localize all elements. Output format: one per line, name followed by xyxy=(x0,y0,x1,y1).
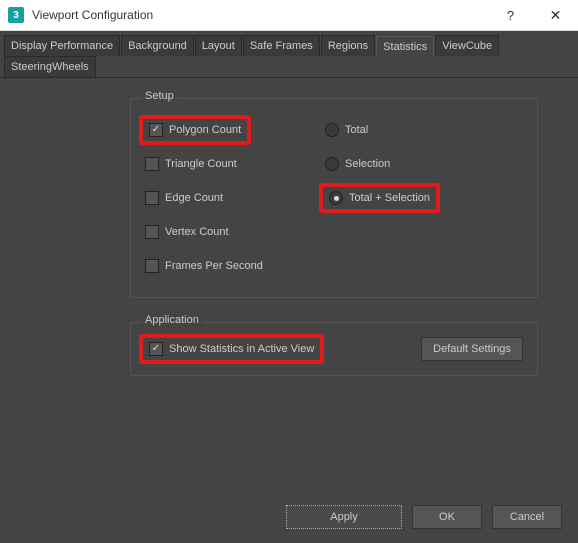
show-stats-label: Show Statistics in Active View xyxy=(169,343,314,355)
total-radio[interactable] xyxy=(325,123,339,137)
cancel-button[interactable]: Cancel xyxy=(492,505,562,529)
tab-statistics[interactable]: Statistics xyxy=(376,36,434,57)
tab-steeringwheels[interactable]: SteeringWheels xyxy=(4,56,96,77)
tab-bar: Display Performance Background Layout Sa… xyxy=(0,31,578,78)
application-group: Application Show Statistics in Active Vi… xyxy=(130,322,538,376)
total-selection-highlight: Total + Selection xyxy=(319,183,440,213)
total-label: Total xyxy=(345,124,368,136)
application-group-title: Application xyxy=(141,314,203,326)
triangle-count-label: Triangle Count xyxy=(165,158,237,170)
viewport-config-window: 3 Viewport Configuration ? ✕ Display Per… xyxy=(0,0,578,543)
dialog-footer: Apply OK Cancel xyxy=(0,495,578,543)
tab-content: Setup Polygon Count Total Triangle Count xyxy=(0,78,578,495)
triangle-count-checkbox[interactable] xyxy=(145,157,159,171)
help-button[interactable]: ? xyxy=(488,0,533,30)
ok-button[interactable]: OK xyxy=(412,505,482,529)
titlebar: 3 Viewport Configuration ? ✕ xyxy=(0,0,578,31)
polygon-count-checkbox[interactable] xyxy=(149,123,163,137)
fps-checkbox[interactable] xyxy=(145,259,159,273)
edge-count-label: Edge Count xyxy=(165,192,223,204)
default-settings-button[interactable]: Default Settings xyxy=(421,337,523,361)
apply-button[interactable]: Apply xyxy=(286,505,402,529)
selection-label: Selection xyxy=(345,158,390,170)
tab-viewcube[interactable]: ViewCube xyxy=(435,35,499,56)
tab-display-performance[interactable]: Display Performance xyxy=(4,35,120,56)
total-selection-radio[interactable] xyxy=(329,191,343,205)
tab-safe-frames[interactable]: Safe Frames xyxy=(243,35,320,56)
setup-group: Setup Polygon Count Total Triangle Count xyxy=(130,98,538,298)
vertex-count-label: Vertex Count xyxy=(165,226,229,238)
vertex-count-checkbox[interactable] xyxy=(145,225,159,239)
tab-regions[interactable]: Regions xyxy=(321,35,375,56)
total-selection-label: Total + Selection xyxy=(349,192,430,204)
setup-group-title: Setup xyxy=(141,90,178,102)
app-icon: 3 xyxy=(8,7,24,23)
tab-background[interactable]: Background xyxy=(121,35,194,56)
fps-label: Frames Per Second xyxy=(165,260,263,272)
selection-radio[interactable] xyxy=(325,157,339,171)
edge-count-checkbox[interactable] xyxy=(145,191,159,205)
show-stats-highlight: Show Statistics in Active View xyxy=(139,334,324,364)
polygon-count-label: Polygon Count xyxy=(169,124,241,136)
window-title: Viewport Configuration xyxy=(32,8,488,22)
polygon-count-highlight: Polygon Count xyxy=(139,115,251,145)
close-button[interactable]: ✕ xyxy=(533,0,578,30)
tab-layout[interactable]: Layout xyxy=(195,35,242,56)
show-stats-checkbox[interactable] xyxy=(149,342,163,356)
